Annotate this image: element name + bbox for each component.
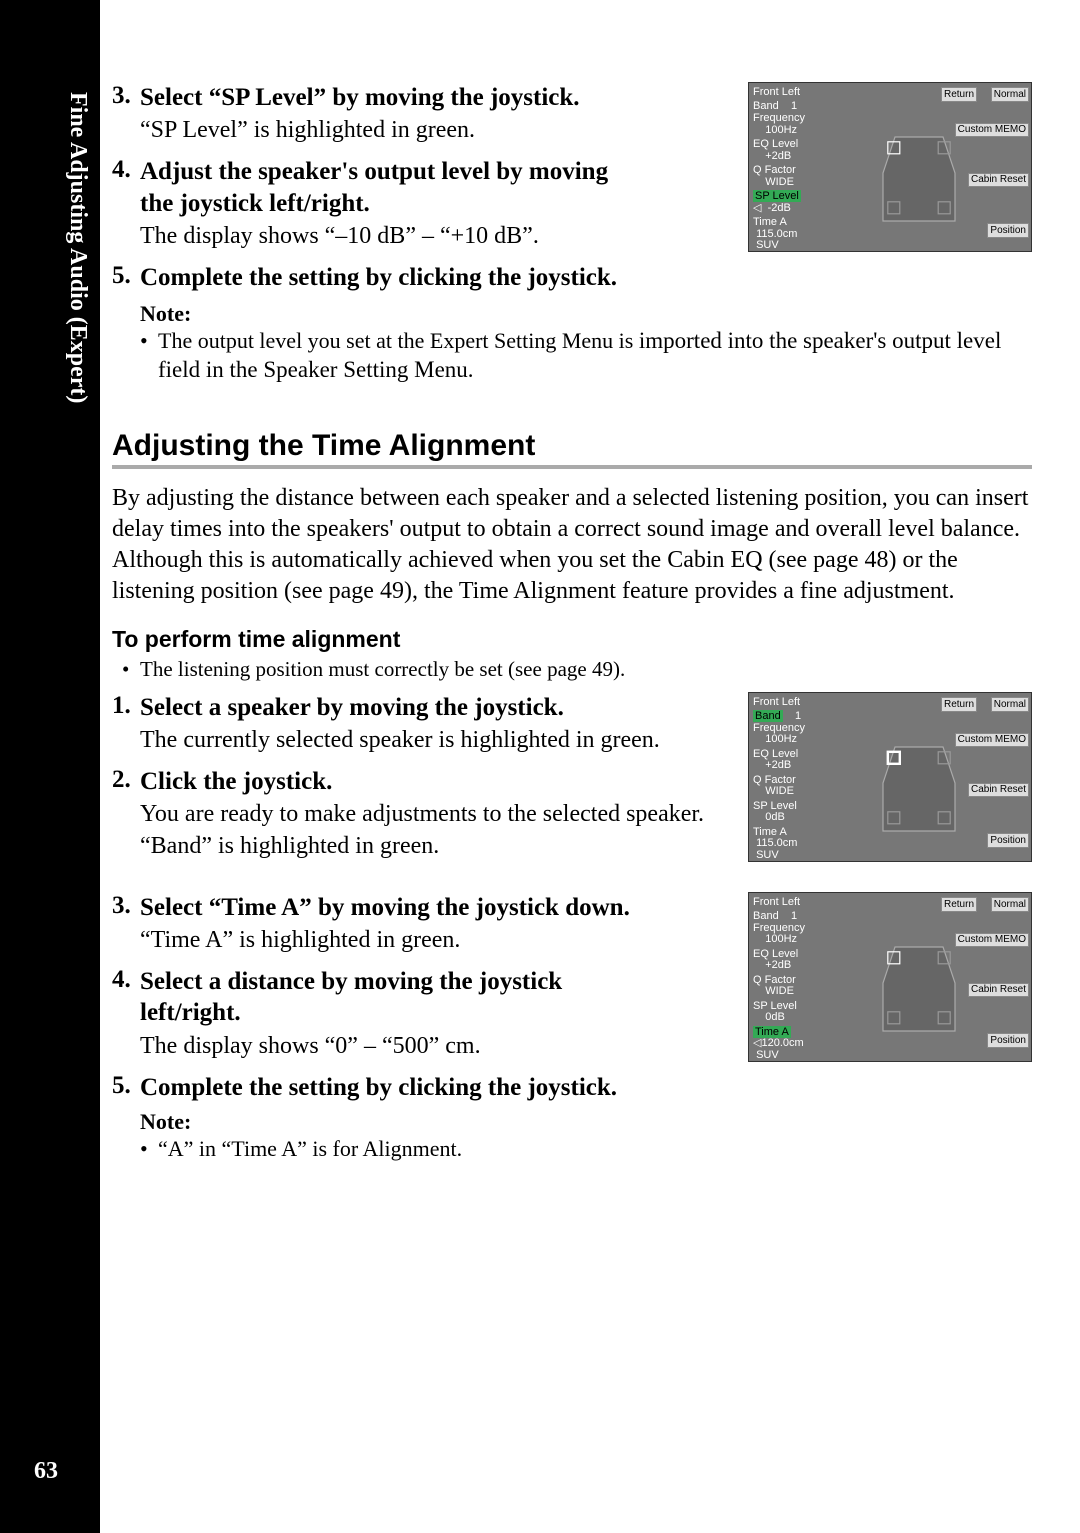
step-description: The display shows “–10 dB” – “+10 dB”. [140, 221, 732, 252]
note-text: •“A” in “Time A” is for Alignment. [140, 1135, 732, 1163]
step-title: Select a distance by moving the joystick… [140, 966, 732, 1029]
display-screenshot-time-a: Front Left Band 1 Frequency 100Hz EQ Lev… [748, 892, 1032, 1062]
display-screenshot-sp-level: Front Left Band 1 Frequency 100Hz EQ Lev… [748, 82, 1032, 252]
step-number: 4. [112, 156, 140, 252]
step-title: Select a speaker by moving the joystick. [140, 692, 732, 723]
step-title: Click the joystick. [140, 766, 732, 797]
step-title: Adjust the speaker's output level by mov… [140, 156, 732, 219]
step-number: 3. [112, 82, 140, 146]
section-intro: By adjusting the distance between each s… [112, 483, 1032, 608]
step-title: Complete the setting by clicking the joy… [140, 1072, 732, 1103]
section-heading: Adjusting the Time Alignment [112, 429, 1032, 469]
step-description: The display shows “0” – “500” cm. [140, 1031, 732, 1062]
sub-heading: To perform time alignment [112, 626, 1032, 653]
step-number: 5. [112, 262, 140, 293]
step-description: You are ready to make adjustments to the… [140, 799, 732, 861]
step-number: 1. [112, 692, 140, 756]
step-title: Select “Time A” by moving the joystick d… [140, 892, 732, 923]
step-number: 5. [112, 1072, 140, 1103]
note-label: Note: [140, 1109, 732, 1135]
display-screenshot-band: Front Left Band 1 Frequency 100Hz EQ Lev… [748, 692, 1032, 862]
step-number: 4. [112, 966, 140, 1062]
step-title: Select “SP Level” by moving the joystick… [140, 82, 732, 113]
prerequisite: •The listening position must correctly b… [122, 657, 1032, 682]
note-label: Note: [140, 301, 1032, 327]
note-text: • The output level you set at the Expert… [140, 327, 1032, 385]
step-description: “Time A” is highlighted in green. [140, 925, 732, 956]
step-number: 3. [112, 892, 140, 956]
page-number: 63 [34, 1458, 58, 1485]
step-description: “SP Level” is highlighted in green. [140, 115, 732, 146]
step-number: 2. [112, 766, 140, 862]
section-side-title: Fine Adjusting Audio (Expert) [64, 92, 91, 403]
step-description: The currently selected speaker is highli… [140, 725, 732, 756]
step-title: Complete the setting by clicking the joy… [140, 262, 732, 293]
